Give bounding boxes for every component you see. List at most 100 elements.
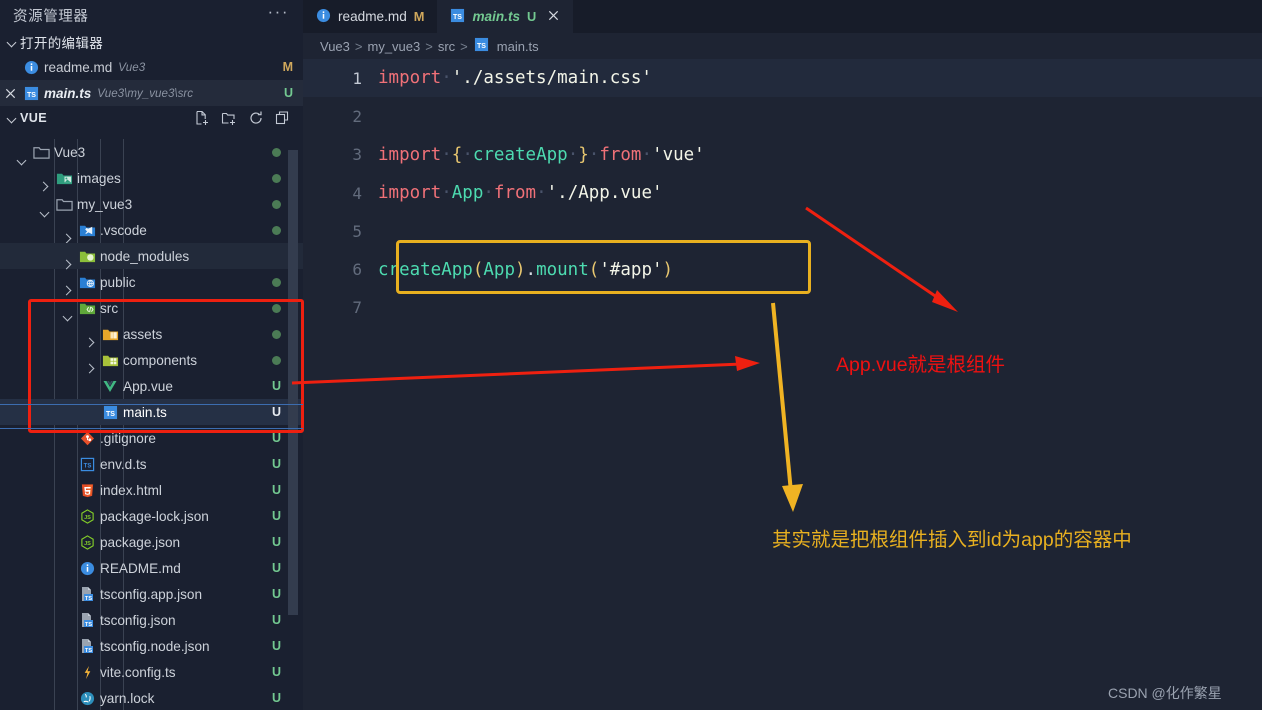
code-token: App <box>451 183 484 204</box>
breadcrumb[interactable]: Vue3 > my_vue3 > src > TS main.ts <box>303 33 1262 59</box>
code-token: · <box>462 144 473 165</box>
code-line[interactable]: 1 import·'./assets/main.css' <box>303 59 1262 98</box>
line-number: 1 <box>352 68 362 88</box>
npm-icon: JS <box>80 508 95 524</box>
tree-item-label: components <box>123 352 198 368</box>
breadcrumb-segment[interactable]: src <box>438 39 455 54</box>
tree-item-assets[interactable]: assets <box>0 321 303 347</box>
tree-item-vue3[interactable]: Vue3 <box>0 139 303 165</box>
editor-tab-main-ts[interactable]: TS main.ts U <box>437 0 574 33</box>
open-editor-file-path: Vue3\my_vue3\src <box>97 86 194 100</box>
tree-item--vscode[interactable]: .vscode <box>0 217 303 243</box>
code-editor[interactable]: 1 import·'./assets/main.css' 2 3 import·{·cr… <box>303 59 1262 710</box>
tree-item-label: tsconfig.node.json <box>100 638 210 654</box>
chevron-down-icon <box>4 110 20 126</box>
tree-item-label: package-lock.json <box>100 508 209 524</box>
svg-text:TS: TS <box>85 596 92 602</box>
tree-item-components[interactable]: components <box>0 347 303 373</box>
tree-item-icon <box>76 665 98 680</box>
tree-item-node-modules[interactable]: node_modules <box>0 243 303 269</box>
breadcrumb-separator: > <box>425 38 433 54</box>
tree-item-label: App.vue <box>123 378 173 394</box>
git-status-badge: U <box>271 691 281 705</box>
code-token: './assets/main.css' <box>451 68 652 89</box>
sidebar-scrollbar[interactable] <box>288 150 298 615</box>
code-token: · <box>567 144 579 165</box>
editor-tab-bar: readme.md M TS main.ts U <box>303 0 1262 33</box>
tree-item-label: images <box>77 170 121 186</box>
git-status-badge: U <box>271 639 281 653</box>
tree-item-label: src <box>100 300 119 316</box>
tree-item-package-json[interactable]: JS package.json U <box>0 529 303 555</box>
tree-item-images[interactable]: images <box>0 165 303 191</box>
code-token: './App.vue' <box>546 183 663 204</box>
tree-item-index-html[interactable]: index.html U <box>0 477 303 503</box>
git-status-dot <box>272 329 281 339</box>
folder-vscode-icon <box>79 222 96 239</box>
open-editor-file-path: Vue3 <box>118 60 146 74</box>
folder-src-icon <box>79 300 96 317</box>
tree-item-yarn-lock[interactable]: yarn.lock U <box>0 685 303 710</box>
more-actions-icon[interactable]: ··· <box>268 3 289 23</box>
refresh-icon[interactable] <box>248 110 264 126</box>
svg-text:TS: TS <box>85 648 92 654</box>
git-status-badge: U <box>271 665 281 679</box>
code-line[interactable]: 7 <box>303 289 1262 327</box>
close-icon[interactable] <box>4 87 22 100</box>
git-status-dot <box>272 147 281 157</box>
code-token: createApp <box>378 259 473 280</box>
code-token: App <box>483 259 515 280</box>
tree-item--gitignore[interactable]: .gitignore U <box>0 425 303 451</box>
tree-item-tsconfig-json[interactable]: TS tsconfig.json U <box>0 607 303 633</box>
file-tree[interactable]: Vue3 images my_vue3 .vscode node_modules publ… <box>0 139 303 710</box>
code-line[interactable]: 2 <box>303 97 1262 135</box>
collapse-all-icon[interactable] <box>275 110 291 126</box>
code-line-text: import·'./assets/main.css' <box>378 68 652 88</box>
breadcrumb-segment[interactable]: Vue3 <box>320 39 350 54</box>
tree-item-main-ts[interactable]: TS main.ts U <box>0 399 303 425</box>
typescript-icon: TS <box>474 37 489 52</box>
tree-item-label: my_vue3 <box>77 196 133 212</box>
explorer-sidebar: 资源管理器 ··· 打开的编辑器 readme.md Vue3 M TS main.ts… <box>0 0 303 710</box>
tree-item-tsconfig-node-json[interactable]: TS tsconfig.node.json U <box>0 633 303 659</box>
tree-item-label: package.json <box>100 534 181 550</box>
tree-item-tsconfig-app-json[interactable]: TS tsconfig.app.json U <box>0 581 303 607</box>
project-section-header[interactable]: VUE <box>0 106 303 130</box>
tree-item-app-vue[interactable]: App.vue U <box>0 373 303 399</box>
svg-text:TS: TS <box>477 43 486 50</box>
new-folder-icon[interactable] <box>221 110 237 126</box>
tree-item-src[interactable]: src <box>0 295 303 321</box>
tree-item-label: env.d.ts <box>100 456 147 472</box>
git-status-dot <box>272 225 281 235</box>
tree-item-icon: JS <box>76 508 98 524</box>
code-line[interactable]: 3 import·{·createApp·}·from·'vue' <box>303 136 1262 174</box>
code-token: from <box>493 183 537 204</box>
code-line-text: import·{·createApp·}·from·'vue' <box>378 145 705 165</box>
svg-text:TS: TS <box>83 462 91 469</box>
open-editor-item[interactable]: TS main.ts Vue3\my_vue3\src U <box>0 80 303 106</box>
open-editor-status-badge: M <box>282 60 293 74</box>
open-editor-item[interactable]: readme.md Vue3 M <box>0 54 303 80</box>
tree-item-vite-config-ts[interactable]: vite.config.ts U <box>0 659 303 685</box>
tree-item-env-d-ts[interactable]: TS env.d.ts U <box>0 451 303 477</box>
breadcrumb-segment[interactable]: my_vue3 <box>367 39 420 54</box>
code-line[interactable]: 6 createApp(App).mount('#app') <box>303 250 1262 288</box>
git-status-badge: U <box>271 431 281 445</box>
code-line[interactable]: 5 <box>303 212 1262 250</box>
tree-item-icon: TS <box>76 586 98 602</box>
editor-tab-readme-md[interactable]: readme.md M <box>303 0 437 33</box>
tree-item-icon <box>99 326 121 343</box>
open-editors-section-header[interactable]: 打开的编辑器 <box>0 30 303 54</box>
tree-item-public[interactable]: public <box>0 269 303 295</box>
code-token: 'vue' <box>652 144 705 165</box>
breadcrumb-segment[interactable]: main.ts <box>497 39 539 54</box>
project-name-label: VUE <box>20 111 48 125</box>
code-line[interactable]: 4 import·App·from·'./App.vue' <box>303 174 1262 212</box>
folder-public-icon <box>79 274 96 291</box>
tab-close-icon[interactable] <box>547 9 560 25</box>
tree-item-icon: TS <box>99 405 121 420</box>
tree-item-my-vue3[interactable]: my_vue3 <box>0 191 303 217</box>
tree-item-readme-md[interactable]: README.md U <box>0 555 303 581</box>
new-file-icon[interactable] <box>194 110 210 126</box>
tree-item-package-lock-json[interactable]: JS package-lock.json U <box>0 503 303 529</box>
